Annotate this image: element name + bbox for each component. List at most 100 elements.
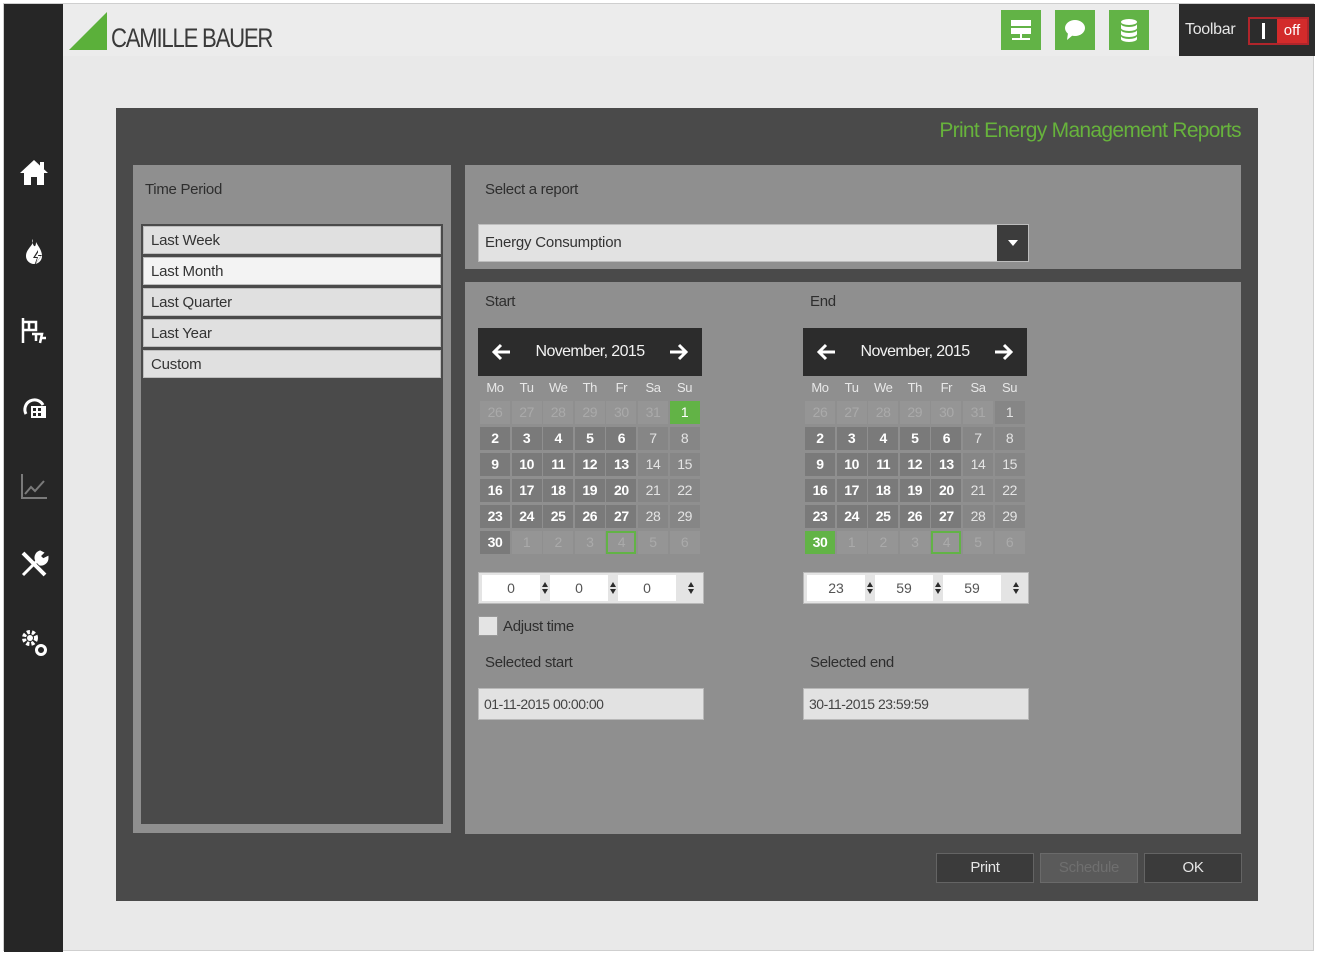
start-next-month-arrow-icon[interactable] xyxy=(665,339,691,365)
start-day-cell[interactable]: 25 xyxy=(543,505,574,528)
end-next-month-arrow-icon[interactable] xyxy=(990,339,1016,365)
start-day-cell[interactable]: 17 xyxy=(511,479,542,502)
start-day-cell[interactable]: 7 xyxy=(638,427,668,450)
start-day-cell[interactable]: 6 xyxy=(669,531,700,554)
end-day-cell[interactable]: 1 xyxy=(994,401,1025,424)
end-day-cell[interactable]: 30 xyxy=(805,531,835,554)
time-period-option-last-week[interactable]: Last Week xyxy=(143,226,441,254)
time-period-option-custom[interactable]: Custom xyxy=(143,350,441,378)
end-day-cell[interactable]: 11 xyxy=(868,453,899,476)
start-day-cell[interactable]: 6 xyxy=(606,427,637,450)
end-day-cell[interactable]: 18 xyxy=(868,479,899,502)
database-icon[interactable] xyxy=(1109,10,1149,50)
start-day-cell[interactable]: 5 xyxy=(638,531,668,554)
toolbar-toggle[interactable]: off xyxy=(1248,17,1309,45)
start-day-cell[interactable]: 2 xyxy=(543,531,574,554)
schedule-button[interactable]: Schedule xyxy=(1040,853,1138,883)
start-seconds-spinner[interactable] xyxy=(687,575,695,601)
chevron-down-icon[interactable] xyxy=(997,225,1028,261)
end-day-cell[interactable]: 29 xyxy=(994,505,1025,528)
start-day-cell[interactable]: 15 xyxy=(669,453,700,476)
start-day-cell[interactable]: 18 xyxy=(543,479,574,502)
start-day-cell[interactable]: 29 xyxy=(669,505,700,528)
start-day-cell[interactable]: 1 xyxy=(669,401,700,424)
end-day-cell[interactable]: 26 xyxy=(899,505,930,528)
start-day-cell[interactable]: 27 xyxy=(606,505,637,528)
start-day-cell[interactable]: 23 xyxy=(480,505,510,528)
end-day-cell[interactable]: 5 xyxy=(963,531,993,554)
tools-icon[interactable] xyxy=(16,546,52,582)
end-hours-spinner[interactable] xyxy=(866,575,874,601)
start-day-cell[interactable]: 24 xyxy=(511,505,542,528)
start-day-cell[interactable]: 28 xyxy=(543,401,574,424)
start-day-cell[interactable]: 13 xyxy=(606,453,637,476)
end-day-cell[interactable]: 1 xyxy=(836,531,867,554)
start-minutes-spinner[interactable] xyxy=(609,575,617,601)
start-day-cell[interactable]: 26 xyxy=(574,505,605,528)
energy-icon[interactable] xyxy=(16,234,52,270)
time-period-option-last-month[interactable]: Last Month xyxy=(143,257,441,285)
end-day-cell[interactable]: 22 xyxy=(994,479,1025,502)
print-button[interactable]: Print xyxy=(936,853,1034,883)
end-day-cell[interactable]: 17 xyxy=(836,479,867,502)
end-day-cell[interactable]: 25 xyxy=(868,505,899,528)
end-day-cell[interactable]: 2 xyxy=(805,427,835,450)
start-day-cell[interactable]: 4 xyxy=(543,427,574,450)
end-day-cell[interactable]: 3 xyxy=(836,427,867,450)
chat-icon[interactable] xyxy=(1055,10,1095,50)
start-day-cell[interactable]: 31 xyxy=(638,401,668,424)
end-day-cell[interactable]: 23 xyxy=(805,505,835,528)
settings-icon[interactable] xyxy=(16,624,52,660)
time-period-option-last-quarter[interactable]: Last Quarter xyxy=(143,288,441,316)
start-day-cell[interactable]: 28 xyxy=(638,505,668,528)
meter-icon[interactable] xyxy=(16,390,52,426)
end-hours-input[interactable]: 23 xyxy=(807,575,865,601)
end-day-cell[interactable]: 9 xyxy=(805,453,835,476)
start-seconds-input[interactable]: 0 xyxy=(618,575,676,601)
end-day-cell[interactable]: 14 xyxy=(963,453,993,476)
end-day-cell[interactable]: 4 xyxy=(868,427,899,450)
start-day-cell[interactable]: 3 xyxy=(511,427,542,450)
start-day-cell[interactable]: 19 xyxy=(574,479,605,502)
end-day-cell[interactable]: 4 xyxy=(931,531,962,554)
start-day-cell[interactable]: 30 xyxy=(606,401,637,424)
start-day-cell[interactable]: 16 xyxy=(480,479,510,502)
end-day-cell[interactable]: 7 xyxy=(963,427,993,450)
start-day-cell[interactable]: 20 xyxy=(606,479,637,502)
start-day-cell[interactable]: 5 xyxy=(574,427,605,450)
start-day-cell[interactable]: 26 xyxy=(480,401,510,424)
trend-chart-icon[interactable] xyxy=(16,468,52,504)
start-day-cell[interactable]: 30 xyxy=(480,531,510,554)
start-day-cell[interactable]: 10 xyxy=(511,453,542,476)
end-day-cell[interactable]: 2 xyxy=(868,531,899,554)
end-seconds-input[interactable]: 59 xyxy=(943,575,1001,601)
end-day-cell[interactable]: 24 xyxy=(836,505,867,528)
end-seconds-spinner[interactable] xyxy=(1012,575,1020,601)
adjust-time-checkbox[interactable] xyxy=(478,616,498,636)
start-day-cell[interactable]: 12 xyxy=(574,453,605,476)
end-minutes-spinner[interactable] xyxy=(934,575,942,601)
start-day-cell[interactable]: 21 xyxy=(638,479,668,502)
time-period-option-last-year[interactable]: Last Year xyxy=(143,319,441,347)
end-day-cell[interactable]: 3 xyxy=(899,531,930,554)
network-icon[interactable] xyxy=(1001,10,1041,50)
end-day-cell[interactable]: 19 xyxy=(899,479,930,502)
production-icon[interactable] xyxy=(16,312,52,348)
start-day-cell[interactable]: 27 xyxy=(511,401,542,424)
end-day-cell[interactable]: 28 xyxy=(963,505,993,528)
end-day-cell[interactable]: 20 xyxy=(931,479,962,502)
end-day-cell[interactable]: 31 xyxy=(963,401,993,424)
end-day-cell[interactable]: 16 xyxy=(805,479,835,502)
start-hours-spinner[interactable] xyxy=(541,575,549,601)
start-day-cell[interactable]: 8 xyxy=(669,427,700,450)
start-day-cell[interactable]: 11 xyxy=(543,453,574,476)
end-day-cell[interactable]: 29 xyxy=(899,401,930,424)
end-day-cell[interactable]: 5 xyxy=(899,427,930,450)
end-day-cell[interactable]: 21 xyxy=(963,479,993,502)
end-day-cell[interactable]: 30 xyxy=(931,401,962,424)
end-day-cell[interactable]: 6 xyxy=(931,427,962,450)
ok-button[interactable]: OK xyxy=(1144,853,1242,883)
start-day-cell[interactable]: 3 xyxy=(574,531,605,554)
end-day-cell[interactable]: 10 xyxy=(836,453,867,476)
report-dropdown[interactable]: Energy Consumption xyxy=(478,224,1029,262)
